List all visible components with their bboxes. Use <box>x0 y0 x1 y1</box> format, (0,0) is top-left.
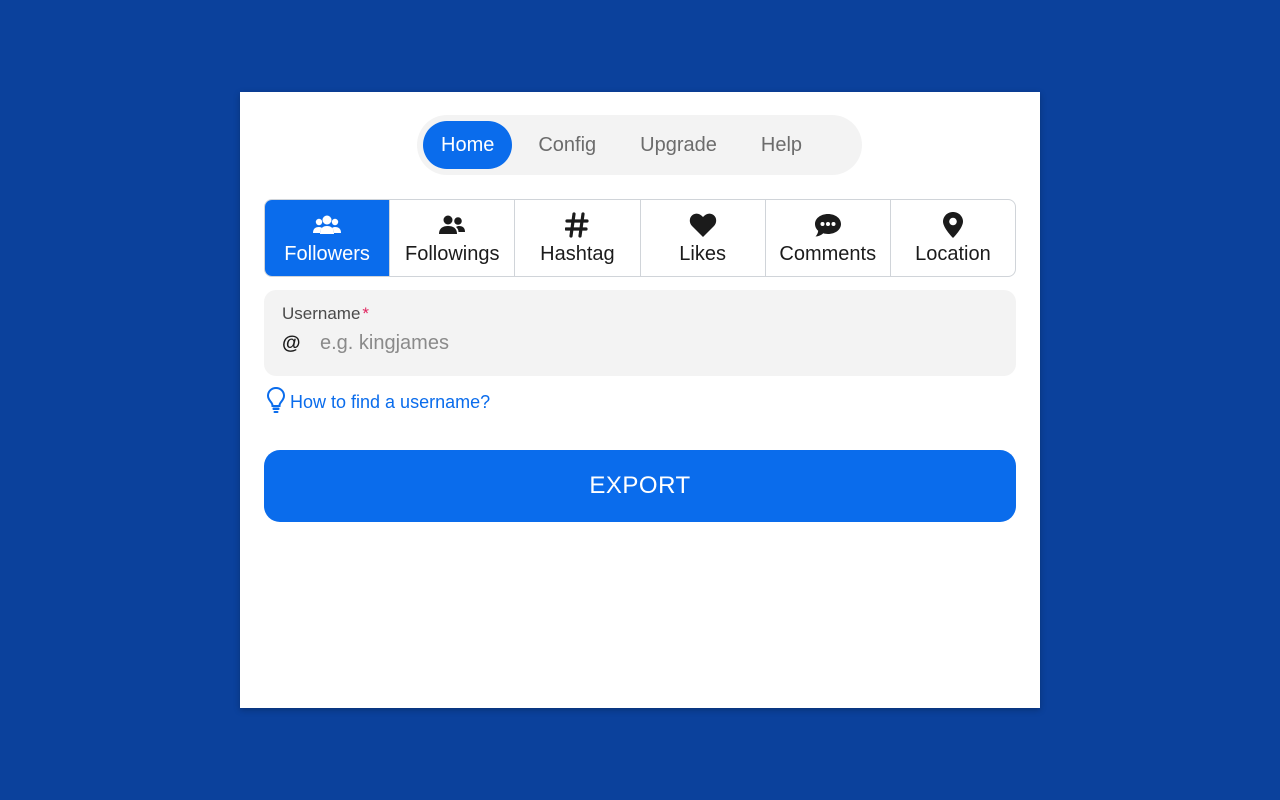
username-label: Username * <box>282 304 998 324</box>
at-prefix: @ <box>282 332 301 354</box>
tab-followers[interactable]: Followers <box>265 200 390 276</box>
help-link-text: How to find a username? <box>290 392 491 412</box>
nav-help[interactable]: Help <box>743 121 820 169</box>
export-button[interactable]: EXPORT <box>264 450 1016 522</box>
tab-hashtag-label: Hashtag <box>540 242 615 265</box>
nav-config[interactable]: Config <box>520 121 614 169</box>
top-nav: Home Config Upgrade Help <box>417 115 862 175</box>
tab-comments[interactable]: Comments <box>764 200 890 276</box>
tab-location-label: Location <box>915 242 991 265</box>
username-field: Username * @ <box>264 290 1016 376</box>
tab-followers-label: Followers <box>284 242 370 265</box>
username-input-row: @ <box>282 332 998 355</box>
comment-dots-icon <box>813 211 843 239</box>
nav-home[interactable]: Home <box>423 121 513 169</box>
tab-comments-label: Comments <box>779 242 877 265</box>
tab-likes-label: Likes <box>679 242 726 265</box>
export-type-tabs: Followers Followings Hashtag Likes Comme… <box>264 199 1016 277</box>
heart-icon <box>689 211 717 239</box>
user-friends-icon <box>437 211 467 239</box>
required-mark: * <box>362 304 370 323</box>
map-marker-icon <box>942 211 964 239</box>
tab-followings[interactable]: Followings <box>389 200 514 276</box>
tab-location[interactable]: Location <box>889 200 1015 276</box>
username-input[interactable] <box>320 332 960 355</box>
hashtag-icon <box>565 211 590 239</box>
tab-likes[interactable]: Likes <box>639 200 765 276</box>
tab-followings-label: Followings <box>405 242 500 265</box>
username-label-text: Username <box>282 304 361 323</box>
export-panel: Home Config Upgrade Help Followers Follo… <box>240 92 1040 708</box>
tab-hashtag[interactable]: Hashtag <box>514 200 639 276</box>
lightbulb-icon <box>266 386 290 419</box>
nav-upgrade[interactable]: Upgrade <box>622 121 735 169</box>
users-icon <box>312 211 342 239</box>
how-to-find-username-link[interactable]: How to find a username? <box>266 386 490 419</box>
